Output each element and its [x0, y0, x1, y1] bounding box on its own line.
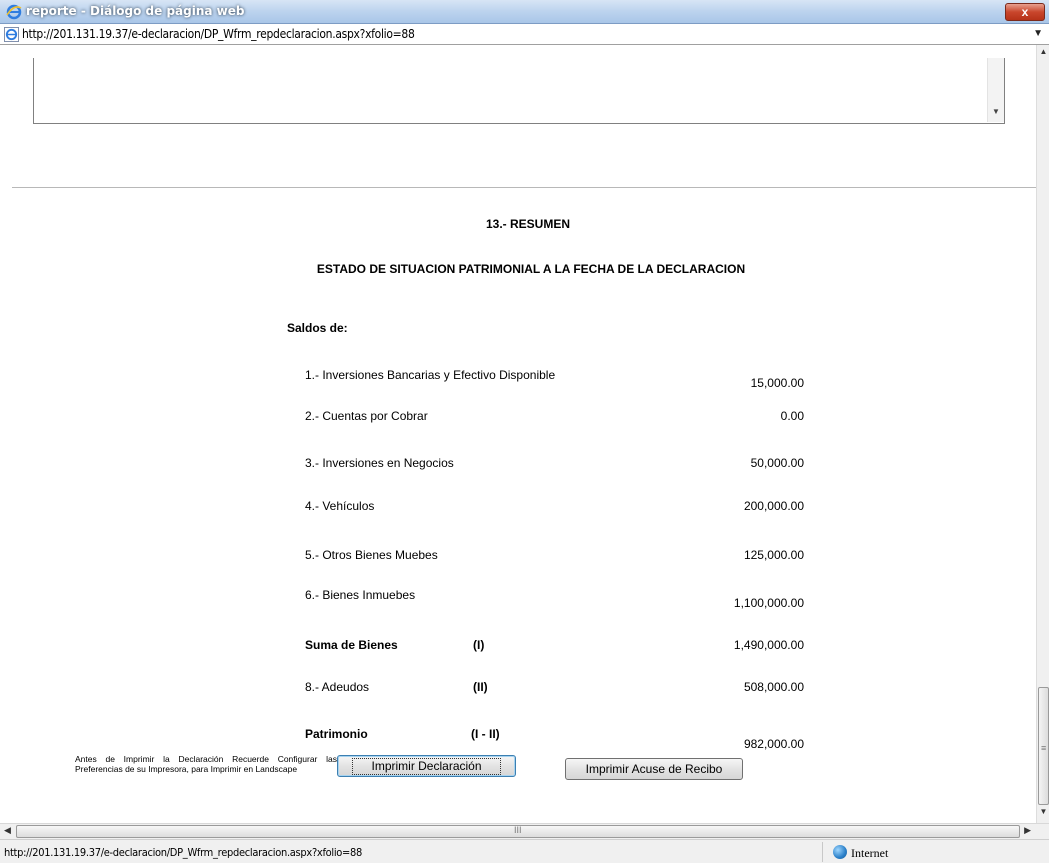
row-value-cuentas-cobrar: 0.00: [780, 409, 804, 423]
row-value-bienes-inmuebes: 1,100,000.00: [733, 596, 804, 610]
row-value-vehiculos: 200,000.00: [743, 499, 804, 513]
row-value-adeudos: 508,000.00: [743, 680, 804, 694]
print-receipt-button[interactable]: Imprimir Acuse de Recibo: [565, 758, 743, 780]
scroll-up-icon[interactable]: ▲: [1037, 47, 1049, 61]
print-declaration-button[interactable]: Imprimir Declaración: [337, 755, 516, 777]
row-roman-suma-bienes: (I): [473, 638, 485, 652]
row-label-vehiculos: 4.- Vehículos: [305, 499, 375, 513]
dropdown-icon[interactable]: ▼: [1033, 28, 1043, 39]
row-value-inversiones-negocios: 50,000.00: [750, 456, 804, 470]
scroll-down-arrow-icon[interactable]: ▼: [1037, 807, 1049, 821]
status-bar: http://201.131.19.37/e-declaracion/DP_Wf…: [0, 839, 1049, 863]
row-value-suma-bienes: 1,490,000.00: [733, 638, 804, 652]
address-bar: http://201.131.19.37/e-declaracion/DP_Wf…: [0, 24, 1049, 45]
row-roman-patrimonio: (I - II): [471, 727, 500, 741]
scroll-right-icon[interactable]: ▶: [1024, 825, 1031, 836]
row-label-suma-bienes: Suma de Bienes: [305, 638, 398, 652]
section-divider: [12, 187, 1036, 188]
print-note: Antes de Imprimir la Declaración Recuerd…: [75, 754, 337, 774]
saldos-label: Saldos de:: [287, 321, 348, 335]
address-url[interactable]: http://201.131.19.37/e-declaracion/DP_Wf…: [22, 27, 415, 41]
grip-icon: ≡: [1041, 743, 1047, 753]
row-value-patrimonio: 982,000.00: [743, 737, 804, 751]
section-title: 13.- RESUMEN: [485, 217, 571, 231]
page-content: ▼ 13.- RESUMEN ESTADO DE SITUACION PATRI…: [0, 45, 1036, 823]
row-label-inversiones-bancarias: 1.- Inversiones Bancarias y Efectivo Dis…: [305, 368, 556, 382]
hgrip-icon: III: [514, 825, 522, 835]
dialog-titlebar: reporte - Diálogo de página web x: [0, 0, 1049, 24]
row-label-inversiones-negocios: 3.- Inversiones en Negocios: [305, 456, 454, 470]
horizontal-scroll-thumb[interactable]: III: [16, 825, 1020, 838]
report-subtitle: ESTADO DE SITUACION PATRIMONIAL A LA FEC…: [316, 262, 746, 276]
vertical-scroll-thumb[interactable]: ≡: [1038, 687, 1049, 805]
row-value-otros-bienes: 125,000.00: [743, 548, 804, 562]
row-label-adeudos: 8.- Adeudos: [305, 680, 370, 694]
scroll-down-icon[interactable]: ▼: [992, 107, 1000, 116]
row-label-cuentas-cobrar: 2.- Cuentas por Cobrar: [305, 409, 428, 423]
textarea-scrollbar[interactable]: ▼: [987, 58, 1004, 122]
status-url: http://201.131.19.37/e-declaracion/DP_Wf…: [4, 846, 363, 859]
print-declaration-label: Imprimir Declaración: [352, 758, 501, 775]
ie-icon: [6, 4, 22, 20]
close-icon: x: [1021, 5, 1029, 19]
window-title: reporte - Diálogo de página web: [26, 4, 245, 18]
row-value-inversiones-bancarias: 15,000.00: [750, 376, 804, 390]
close-button[interactable]: x: [1005, 3, 1045, 21]
row-label-bienes-inmuebes: 6.- Bienes Inmuebes: [305, 588, 416, 602]
page-ie-icon: [4, 27, 19, 42]
globe-icon: [833, 845, 847, 859]
row-label-patrimonio: Patrimonio: [305, 727, 368, 741]
horizontal-scrollbar[interactable]: ◀ III ▶: [0, 823, 1049, 839]
observations-textarea[interactable]: ▼: [33, 58, 1005, 124]
security-zone: Internet: [851, 846, 889, 860]
status-separator: [822, 842, 823, 862]
row-label-otros-bienes: 5.- Otros Bienes Muebes: [305, 548, 438, 562]
vertical-scrollbar[interactable]: ▲ ≡ ▼: [1036, 45, 1049, 823]
scroll-left-icon[interactable]: ◀: [4, 825, 11, 836]
row-roman-adeudos: (II): [473, 680, 488, 694]
